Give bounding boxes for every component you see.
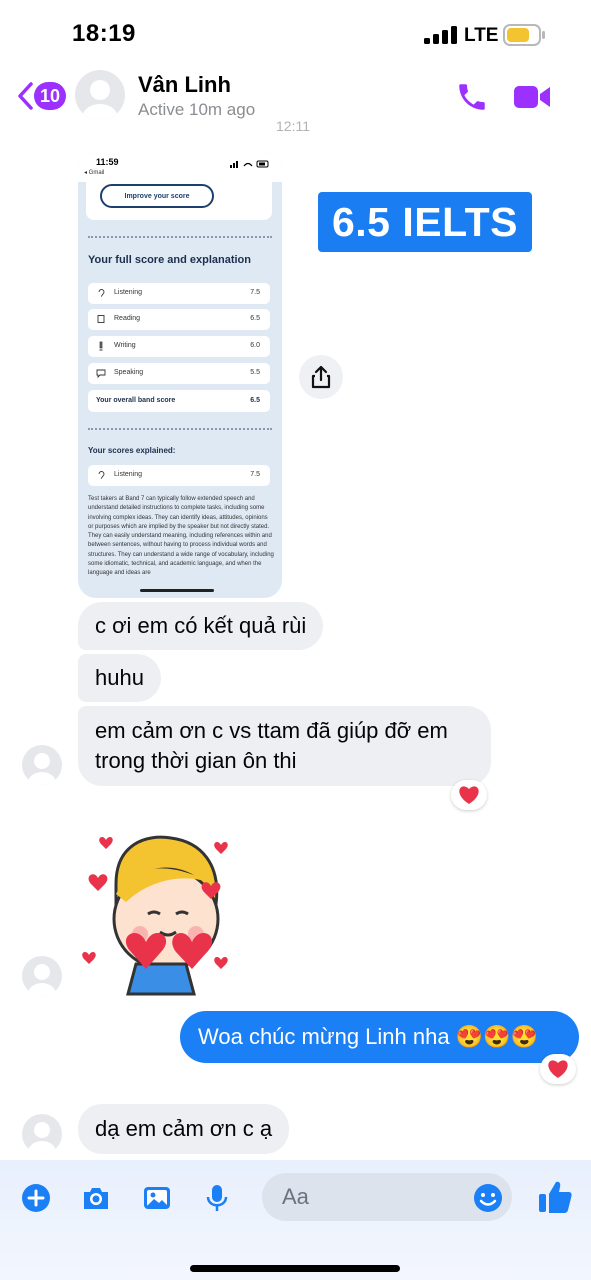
score-section-title: Your full score and explanation bbox=[88, 254, 251, 266]
contact-name[interactable]: Vân Linh bbox=[138, 72, 231, 98]
default-avatar-icon bbox=[28, 1122, 56, 1154]
plus-button[interactable] bbox=[18, 1180, 54, 1216]
incoming-message[interactable]: c ơi em có kết quả rùi bbox=[78, 602, 324, 650]
image-card: Improve your score bbox=[86, 180, 272, 220]
image-status-time: 11:59 bbox=[96, 157, 119, 167]
explanation-paragraph: Test takers at Band 7 can typically foll… bbox=[88, 496, 274, 577]
default-avatar-icon bbox=[28, 964, 56, 996]
avatar[interactable] bbox=[22, 745, 62, 785]
image-status-icons bbox=[230, 160, 269, 168]
microphone-icon bbox=[206, 1185, 228, 1211]
plus-circle-icon bbox=[22, 1184, 50, 1212]
video-camera-icon[interactable] bbox=[512, 82, 552, 112]
chevron-left-icon bbox=[18, 82, 33, 110]
ielts-overlay-label: 6.5 IELTS bbox=[318, 192, 532, 252]
avatar[interactable] bbox=[22, 1114, 62, 1154]
phone-icon[interactable] bbox=[455, 80, 489, 114]
score-row-writing: Writing 6.0 bbox=[88, 336, 270, 357]
unread-count-badge: 10 bbox=[34, 82, 67, 110]
outgoing-message[interactable]: Woa chúc mừng Linh nha 😍😍😍 bbox=[180, 1011, 579, 1063]
heart-icon bbox=[459, 786, 479, 804]
explained-row-listening: Listening 7.5 bbox=[88, 465, 270, 486]
overall-band-score: Your overall band score 6.5 bbox=[88, 390, 270, 412]
score-row-listening: Listening 7.5 bbox=[88, 283, 270, 304]
divider bbox=[88, 428, 272, 430]
image-status-app: ◂ Gmail bbox=[84, 170, 105, 176]
emoji-icon[interactable] bbox=[472, 1182, 504, 1214]
heart-reaction[interactable] bbox=[540, 1054, 576, 1084]
ear-icon bbox=[98, 471, 105, 479]
divider bbox=[88, 236, 272, 238]
heart-reaction[interactable] bbox=[451, 780, 487, 810]
status-bar: 18:19 LTE bbox=[0, 0, 591, 64]
image-icon bbox=[144, 1187, 170, 1209]
camera-button[interactable] bbox=[78, 1180, 114, 1216]
thumbs-up-icon[interactable] bbox=[536, 1178, 574, 1216]
home-indicator bbox=[190, 1265, 400, 1272]
incoming-message[interactable]: dạ em cảm ơn c ạ bbox=[78, 1104, 290, 1154]
scores-explained-title: Your scores explained: bbox=[88, 446, 176, 455]
contact-status: Active 10m ago bbox=[138, 100, 256, 119]
pen-icon bbox=[99, 341, 103, 351]
score-row-reading: Reading 6.5 bbox=[88, 309, 270, 330]
incoming-message[interactable]: huhu bbox=[78, 654, 161, 702]
message-composer bbox=[0, 1160, 591, 1280]
image-home-indicator bbox=[140, 589, 214, 592]
gallery-button[interactable] bbox=[139, 1180, 175, 1216]
speech-bubble-icon bbox=[96, 369, 106, 378]
shared-image[interactable]: 11:59 ◂ Gmail Improve your score Your fu… bbox=[78, 152, 282, 598]
incoming-message[interactable]: em cảm ơn c vs ttam đã giúp đỡ em trong … bbox=[78, 706, 491, 786]
signal-icon bbox=[424, 26, 457, 44]
default-avatar-icon bbox=[28, 753, 56, 785]
microphone-button[interactable] bbox=[199, 1180, 235, 1216]
improve-score-button: Improve your score bbox=[100, 184, 214, 208]
avatar[interactable] bbox=[75, 70, 125, 120]
network-type: LTE bbox=[464, 25, 499, 46]
ear-icon bbox=[98, 289, 105, 297]
camera-icon bbox=[84, 1188, 108, 1209]
share-icon bbox=[311, 365, 331, 389]
back-button[interactable]: 10 bbox=[16, 80, 67, 112]
message-timestamp: 12:11 bbox=[276, 118, 310, 134]
share-button[interactable] bbox=[299, 355, 343, 399]
status-time: 18:19 bbox=[72, 20, 136, 47]
avatar[interactable] bbox=[22, 956, 62, 996]
score-row-speaking: Speaking 5.5 bbox=[88, 363, 270, 384]
heart-icon bbox=[548, 1060, 568, 1078]
book-icon bbox=[97, 315, 105, 323]
battery-icon bbox=[503, 24, 545, 46]
love-sticker[interactable] bbox=[76, 824, 246, 1004]
default-avatar-icon bbox=[82, 80, 118, 120]
